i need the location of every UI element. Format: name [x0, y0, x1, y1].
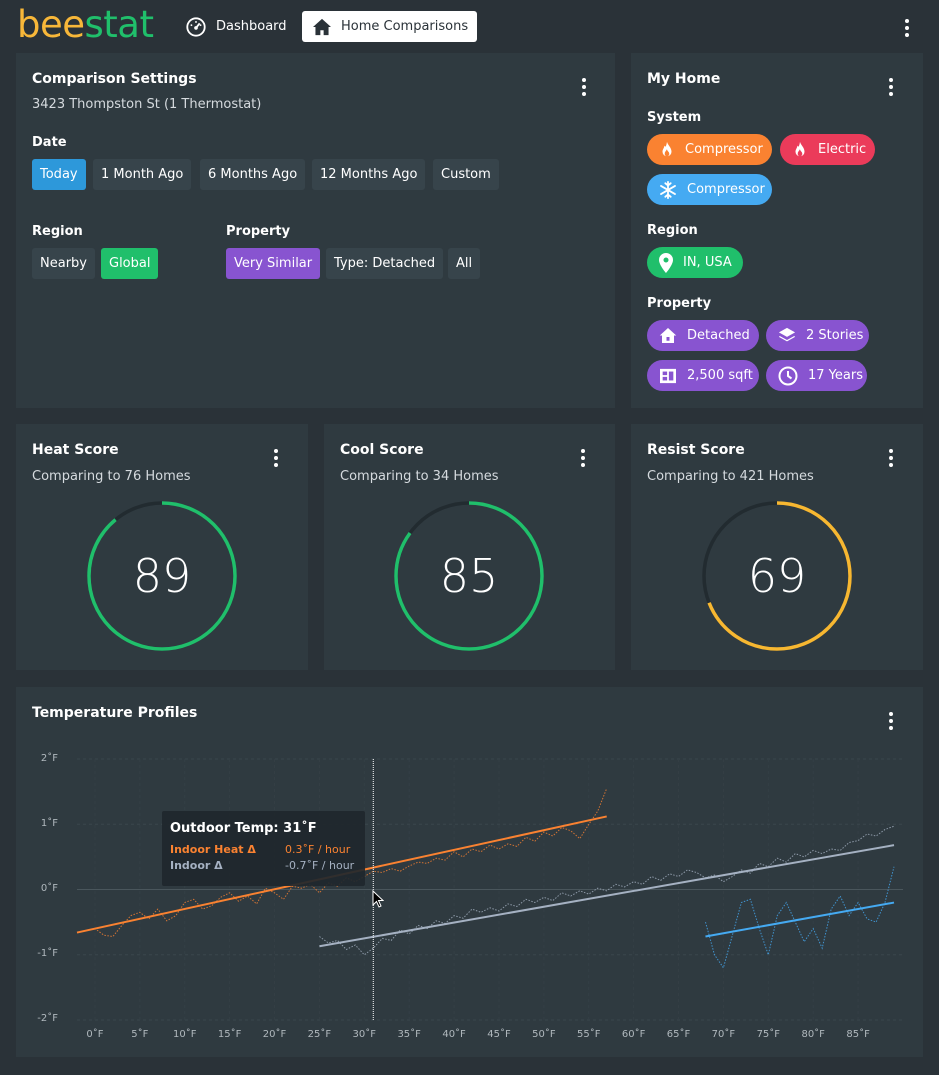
tooltip-heat-value: 0.3˚F / hour — [285, 843, 351, 856]
chart-tooltip: Outdoor Temp: 31˚F Indoor Heat Δ 0.3˚F /… — [162, 811, 365, 886]
temperature-profile-chart[interactable] — [0, 0, 939, 1075]
tooltip-indoor-label: Indoor Δ — [170, 859, 223, 872]
tooltip-heat-label: Indoor Heat Δ — [170, 843, 256, 856]
raw-data-line — [705, 866, 895, 969]
raw-data-line — [319, 825, 895, 956]
tooltip-title: Outdoor Temp: 31˚F — [170, 821, 317, 836]
tooltip-indoor-value: -0.7˚F / hour — [285, 859, 355, 872]
mouse-cursor-icon — [372, 890, 384, 908]
